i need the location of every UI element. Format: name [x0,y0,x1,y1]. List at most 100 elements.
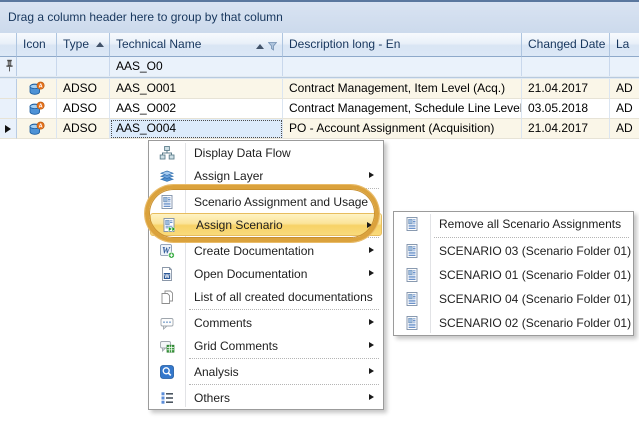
copies-icon [149,289,185,305]
submenu-arrow-icon [369,394,374,400]
menu-item-label: Remove all Scenario Assignments [430,217,621,231]
cell-description[interactable]: PO - Account Assignment (Acquisition) [283,119,522,139]
assign-scenario-submenu: Remove all Scenario Assignments SCENARIO… [393,211,634,336]
cell-technical-name[interactable]: AAS_O002 [110,99,283,119]
analysis-icon [149,364,185,380]
cell-type[interactable]: ADSO [57,79,110,99]
submenu-item-scenario-04[interactable]: SCENARIO 04 (Scenario Folder 01) [394,287,633,311]
adso-database-icon: A [28,101,45,117]
menu-item-label: Assign Scenario [187,218,283,232]
menu-item-analysis[interactable]: Analysis [149,360,383,383]
table-row-focused[interactable]: A ADSO AAS_O004 PO - Account Assignment … [0,119,639,139]
table-row[interactable]: A ADSO AAS_O002 Contract Management, Sch… [0,99,639,119]
cell-changed-date[interactable]: 03.05.2018 [522,99,610,119]
row-object-icon-cell[interactable]: A [17,79,57,99]
word-open-icon: W [149,266,185,282]
submenu-item-scenario-01[interactable]: SCENARIO 01 (Scenario Folder 01) [394,263,633,287]
menu-item-label: SCENARIO 03 (Scenario Folder 01) [430,244,631,258]
submenu-arrow-icon [369,172,374,178]
filter-pin-icon [4,59,15,76]
menu-item-assign-scenario[interactable]: Assign Scenario [150,213,382,236]
submenu-arrow-icon [369,247,374,253]
layers-icon [149,168,185,184]
table-row[interactable]: A ADSO AAS_O001 Contract Management, Ite… [0,79,639,99]
word-create-icon: W [149,243,185,259]
comment-icon [149,315,185,331]
sort-ascending-icon [96,42,104,47]
cell-last[interactable]: AD [610,99,639,119]
menu-item-others[interactable]: Others [149,386,383,409]
scenario-document-icon [394,243,430,259]
submenu-item-remove-all-scenario-assignments[interactable]: Remove all Scenario Assignments [394,212,633,236]
data-flow-icon [149,145,185,161]
row-indicator-cell [0,79,17,99]
cell-technical-name-selected[interactable]: AAS_O004 [110,119,283,139]
menu-item-create-documentation[interactable]: W Create Documentation [149,239,383,262]
scenario-document-icon [394,267,430,283]
sort-ascending-icon [256,44,264,49]
column-header-icon[interactable]: Icon [17,33,57,57]
menu-item-open-documentation[interactable]: W Open Documentation [149,262,383,285]
filter-cell-icon[interactable] [17,57,57,76]
menu-item-label: Assign Layer [185,169,263,183]
submenu-arrow-icon [369,368,374,374]
row-indicator-cell [0,99,17,119]
submenu-arrow-icon [369,270,374,276]
svg-text:A: A [39,84,43,90]
cell-description[interactable]: Contract Management, Schedule Line Level… [283,99,522,119]
auto-filter-row: AAS_O0 [0,57,639,76]
cell-changed-date[interactable]: 21.04.2017 [522,119,610,139]
filter-cell-type[interactable] [57,57,110,76]
column-header-description[interactable]: Description long - En [283,33,522,57]
menu-item-label: Create Documentation [185,244,314,258]
column-header-changed-date[interactable]: Changed Date [522,33,610,57]
menu-item-display-data-flow[interactable]: Display Data Flow [149,141,383,164]
column-header-last[interactable]: La [610,33,639,57]
menu-item-list-documentations[interactable]: List of all created documentations [149,285,383,308]
menu-item-assign-layer[interactable]: Assign Layer [149,164,383,187]
cell-type[interactable]: ADSO [57,119,110,139]
column-header-type-label: Type [63,37,89,51]
menu-item-label: Display Data Flow [185,146,291,160]
submenu-arrow-icon [367,222,372,228]
menu-item-label: Grid Comments [185,339,278,353]
menu-item-label: Open Documentation [185,267,307,281]
svg-text:A: A [39,124,43,130]
scenario-document-icon [394,315,430,331]
cell-changed-date[interactable]: 21.04.2017 [522,79,610,99]
filter-cell-last[interactable] [610,57,639,76]
menu-item-comments[interactable]: Comments [149,311,383,334]
menu-item-scenario-assignment-usage[interactable]: Scenario Assignment and Usage [149,190,383,213]
header-indicator-cell [0,33,17,57]
cell-last[interactable]: AD [610,79,639,99]
svg-text:A: A [39,104,43,110]
row-indicator-cell [0,119,17,139]
filter-cell-changed-date[interactable] [522,57,610,76]
row-object-icon-cell[interactable]: A [17,119,57,139]
filter-indicator-cell [0,57,17,76]
submenu-item-scenario-02[interactable]: SCENARIO 02 (Scenario Folder 01) [394,311,633,335]
scenario-document-icon [394,291,430,307]
assign-scenario-icon [151,217,187,233]
group-by-panel[interactable]: Drag a column header here to group by th… [0,0,639,33]
cell-description[interactable]: Contract Management, Item Level (Acq.) [283,79,522,99]
submenu-arrow-icon [369,319,374,325]
context-menu: Display Data Flow Assign Layer [148,140,384,410]
adso-database-icon: A [28,81,45,97]
filter-funnel-icon[interactable] [268,42,277,51]
column-header-technical-name[interactable]: Technical Name [110,33,283,57]
menu-item-label: SCENARIO 02 (Scenario Folder 01) [430,316,631,330]
filter-cell-description[interactable] [283,57,522,76]
application-window: Drag a column header here to group by th… [0,0,639,426]
menu-item-label: List of all created documentations [185,290,373,304]
grid-header-row: Icon Type Technical Name Description lon… [0,33,639,57]
cell-technical-name[interactable]: AAS_O001 [110,79,283,99]
row-object-icon-cell[interactable]: A [17,99,57,119]
cell-last[interactable]: AD [610,119,639,139]
filter-cell-technical-name[interactable]: AAS_O0 [110,57,283,76]
column-header-type[interactable]: Type [57,33,110,57]
submenu-item-scenario-03[interactable]: SCENARIO 03 (Scenario Folder 01) [394,239,633,263]
menu-item-grid-comments[interactable]: Grid Comments [149,334,383,357]
cell-type[interactable]: ADSO [57,99,110,119]
menu-item-label: SCENARIO 01 (Scenario Folder 01) [430,268,631,282]
